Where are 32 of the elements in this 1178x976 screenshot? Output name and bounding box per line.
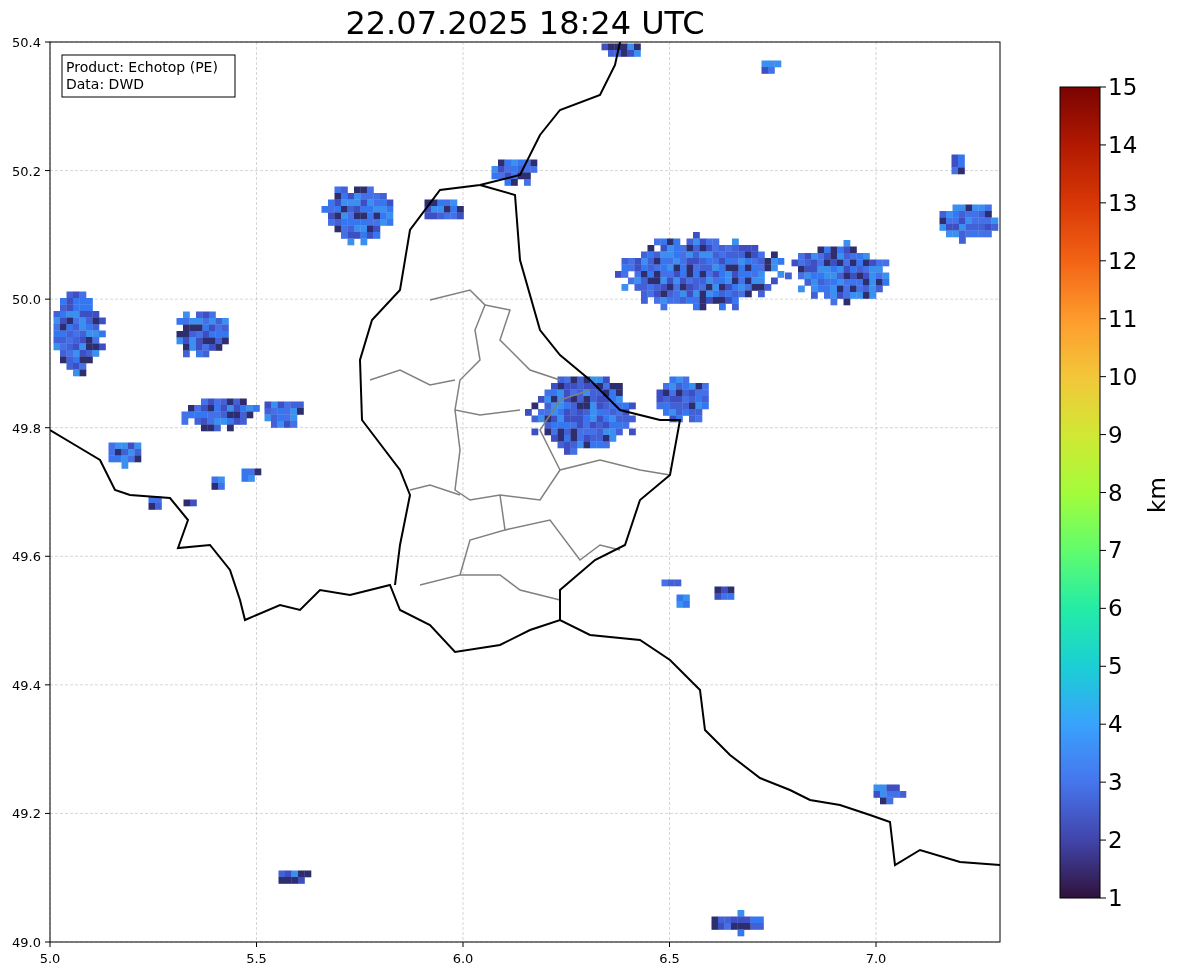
tick-label: 5.5	[246, 951, 267, 966]
chart-title: 22.07.2025 18:24 UTC	[345, 4, 705, 42]
tick-label: 10	[1108, 363, 1138, 390]
tick-label: 6.5	[659, 951, 680, 966]
tick-label: 8	[1108, 479, 1123, 506]
tick-label: 5	[1108, 653, 1123, 680]
tick-label: 6	[1108, 595, 1123, 622]
tick-label: 7	[1108, 537, 1123, 564]
tick-label: 49.2	[12, 806, 41, 822]
tick-label: 9	[1108, 421, 1123, 448]
tick-label: 13	[1108, 189, 1138, 216]
tick-label: 14	[1108, 131, 1138, 158]
tick-label: 50.2	[12, 163, 41, 179]
tick-label: 15	[1108, 74, 1138, 100]
tick-label: 1	[1108, 885, 1123, 911]
tick-label: 49.8	[12, 420, 41, 436]
tick-label: 49.0	[12, 935, 41, 950]
info-text: Data: DWD	[66, 76, 144, 92]
tick-label: 4	[1108, 711, 1123, 738]
tick-label: 7.0	[865, 951, 887, 966]
tick-label: 49.4	[12, 677, 41, 693]
tick-label: 50.0	[12, 292, 41, 308]
tick-label: 5.0	[39, 951, 61, 966]
tick-label: 49.6	[12, 549, 41, 565]
tick-label: 12	[1108, 247, 1138, 274]
tick-label: 3	[1108, 769, 1123, 796]
axis-label: km	[1144, 477, 1170, 513]
tick-label: 50.4	[12, 35, 41, 50]
tick-label: 11	[1108, 305, 1138, 332]
info-text: Product: Echotop (PE)	[66, 59, 218, 75]
tick-label: 2	[1108, 827, 1123, 854]
tick-label: 6.0	[452, 951, 474, 966]
